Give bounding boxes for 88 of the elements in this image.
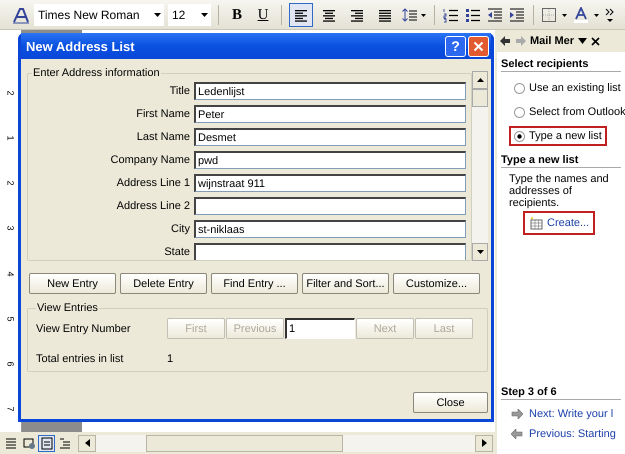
dialog-button[interactable]: Filter and Sort... xyxy=(302,273,389,294)
close-icon[interactable] xyxy=(591,36,600,46)
input-field[interactable]: Ledenlijst xyxy=(194,82,466,100)
help-button[interactable]: ? xyxy=(445,36,466,56)
field-label: State xyxy=(163,246,190,258)
line-spacing-icon[interactable] xyxy=(401,6,427,22)
radio-button-icon xyxy=(514,82,525,94)
ruler-number: 3 xyxy=(6,226,16,231)
dialog-button[interactable]: Delete Entry xyxy=(120,273,207,294)
font-color-icon[interactable] xyxy=(573,6,601,22)
group-label: Enter Address information xyxy=(32,68,161,79)
input-field[interactable]: Desmet xyxy=(194,128,466,146)
outline-view-icon xyxy=(58,436,72,450)
description-text: Type the names and addresses of recipients. xyxy=(509,173,610,209)
radio-option[interactable]: Use an existing list xyxy=(511,80,624,96)
normal-view-icon xyxy=(4,436,18,450)
scroll-left-icon xyxy=(84,439,90,447)
numbering-icon[interactable] xyxy=(442,6,460,22)
print-view-button[interactable] xyxy=(38,434,55,452)
close-icon xyxy=(473,40,484,52)
ruler-number: 2 xyxy=(6,90,16,96)
create-link[interactable]: Create... xyxy=(525,213,594,233)
bold-button[interactable]: B xyxy=(226,4,248,26)
font-size-dropdown[interactable]: 12 xyxy=(168,4,211,26)
field-label: Address Line 1 xyxy=(116,177,190,189)
ruler-number: 2 xyxy=(6,180,16,186)
new-list-icon xyxy=(529,216,543,230)
field-label: Address Line 2 xyxy=(116,200,190,212)
task-pane-title: Mail Mer xyxy=(530,35,574,47)
scrollbar-thumb[interactable] xyxy=(472,89,488,107)
back-icon[interactable] xyxy=(500,36,511,46)
field-label: City xyxy=(170,223,190,235)
input-field[interactable]: pwd xyxy=(194,151,466,169)
total-entries-label: Total entries in list xyxy=(36,353,124,365)
dropdown-arrow-icon[interactable] xyxy=(578,38,588,44)
dialog-button[interactable]: New Entry xyxy=(29,273,116,294)
next-arrow-icon xyxy=(511,409,523,419)
field-label: First Name xyxy=(135,108,190,120)
web-view-icon xyxy=(22,436,36,450)
section-heading: Select recipients xyxy=(501,58,621,72)
group-label: View Entries xyxy=(36,302,99,314)
close-button[interactable] xyxy=(468,36,489,56)
ruler-number: 1 xyxy=(6,135,16,140)
input-field[interactable] xyxy=(194,197,466,215)
scroll-up-icon xyxy=(476,78,484,82)
field-label: Company Name xyxy=(110,154,190,166)
decrease-indent-icon[interactable] xyxy=(486,6,504,22)
ruler-number: 7 xyxy=(6,406,16,412)
dialog-button[interactable]: Find Entry ... xyxy=(211,273,298,294)
close-button[interactable]: Close xyxy=(413,392,488,413)
radio-button-icon xyxy=(514,130,525,142)
scroll-down-icon xyxy=(476,250,484,254)
scroll-right-icon xyxy=(482,439,486,447)
previous-arrow-icon xyxy=(511,429,523,439)
borders-icon[interactable] xyxy=(541,6,569,22)
next-step-link[interactable]: Next: Write your l xyxy=(501,408,625,420)
print-view-icon xyxy=(40,436,54,450)
field-label: Last Name xyxy=(136,131,190,143)
input-field[interactable]: wijnstraat 911 xyxy=(194,174,466,192)
dropdown-arrow-icon xyxy=(201,12,208,16)
ruler-number: 4 xyxy=(6,271,16,276)
underline-button[interactable]: U xyxy=(252,4,274,26)
previous-step-link[interactable]: Previous: Starting xyxy=(501,428,625,440)
bullets-icon[interactable] xyxy=(464,6,482,22)
input-field[interactable] xyxy=(194,243,466,260)
view-entry-label: View Entry Number xyxy=(36,322,132,334)
align-left-button[interactable] xyxy=(289,2,313,26)
dialog-title: New Address List xyxy=(26,38,136,54)
font-dropdown[interactable]: Times New Roman xyxy=(34,4,164,26)
styles-icon[interactable] xyxy=(12,6,30,24)
field-label: Title xyxy=(168,85,190,97)
section-heading: Type a new list xyxy=(501,154,621,168)
increase-indent-icon[interactable] xyxy=(508,6,526,22)
dialog-button[interactable]: Customize... xyxy=(393,273,480,294)
horizontal-scrollbar[interactable] xyxy=(78,434,493,452)
input-field[interactable]: st-niklaas xyxy=(194,220,466,238)
input-field[interactable]: Peter xyxy=(194,105,466,123)
step-heading: Step 3 of 6 xyxy=(501,386,621,400)
scrollbar-thumb[interactable] xyxy=(146,434,343,452)
total-entries-count: 1 xyxy=(167,353,174,365)
radio-option[interactable]: Type a new list xyxy=(511,128,605,144)
toolbar-options-icon[interactable] xyxy=(605,6,615,22)
vertical-scrollbar[interactable] xyxy=(472,71,488,261)
radio-button-icon xyxy=(514,106,525,118)
ruler-number: 6 xyxy=(6,362,16,367)
dropdown-arrow-icon xyxy=(154,12,161,16)
ruler-number: 5 xyxy=(6,316,16,322)
entry-number-field[interactable]: 1 xyxy=(285,318,355,339)
